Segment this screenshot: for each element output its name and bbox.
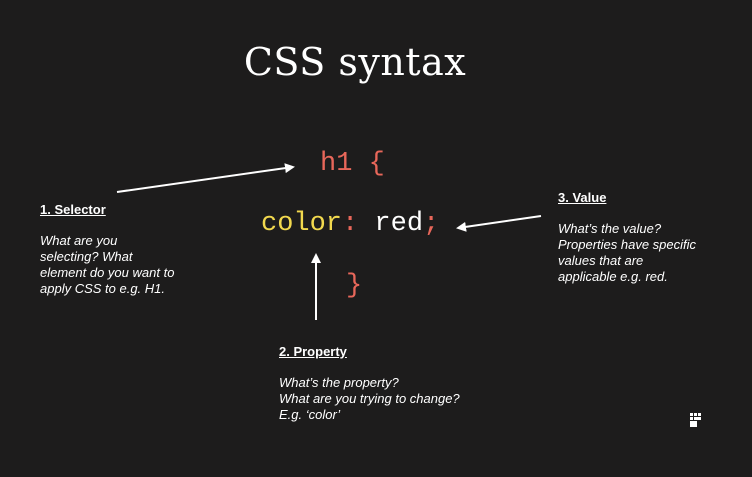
value-arrow — [456, 215, 542, 232]
logo-icon — [690, 413, 701, 427]
arrows-layer — [116, 163, 542, 320]
selector-arrow — [116, 163, 295, 193]
